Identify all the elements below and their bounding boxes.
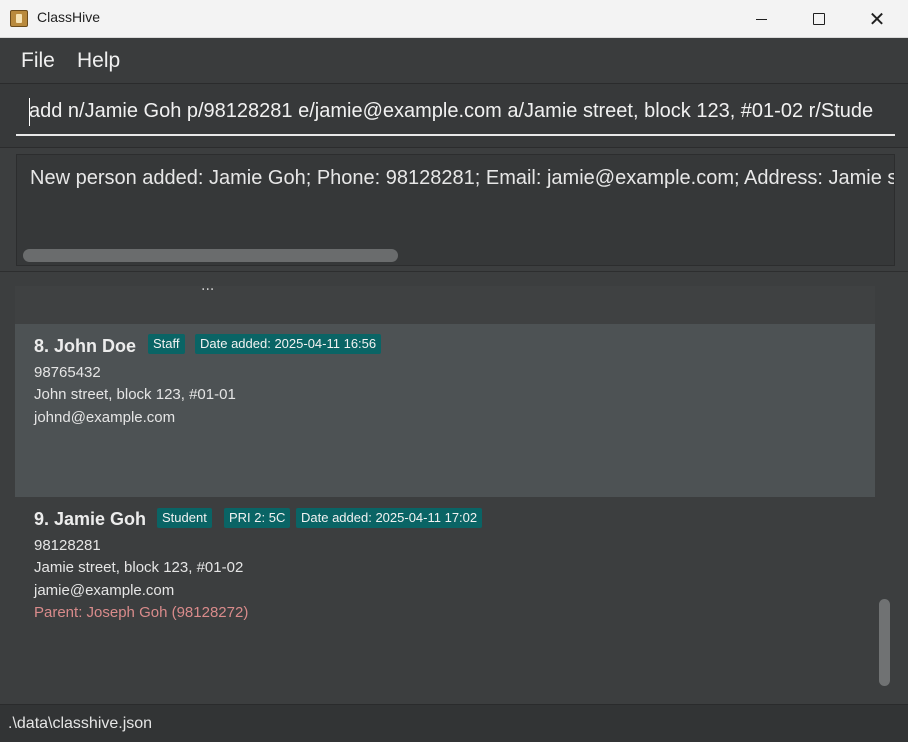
partial-text: ... xyxy=(201,286,215,294)
email: jamie@example.com xyxy=(34,582,175,599)
person-name: 9. Jamie Goh xyxy=(34,509,147,529)
minimize-icon[interactable] xyxy=(732,0,790,38)
phone: 98765432 xyxy=(34,364,101,381)
class-tag: PRI 2: 5C xyxy=(224,508,291,528)
parent-info: Parent: Joseph Goh (98128272) xyxy=(34,604,249,621)
role-tag: Staff xyxy=(148,334,185,354)
person-card[interactable]: 9. Jamie Goh Student PRI 2: 5C Date adde… xyxy=(15,497,875,691)
person-list[interactable]: ... 8. John Doe Staff Date added: 2025-0… xyxy=(15,286,875,691)
text-caret xyxy=(29,98,30,126)
command-panel: add n/Jamie Goh p/98128281 e/jamie@examp… xyxy=(0,84,908,148)
title-bar: ClassHive ✕ xyxy=(0,0,908,38)
list-item-partial[interactable]: ... xyxy=(15,286,875,324)
close-icon[interactable]: ✕ xyxy=(848,0,906,38)
maximize-icon[interactable] xyxy=(790,0,848,38)
email: johnd@example.com xyxy=(34,409,176,426)
menu-bar: File Help xyxy=(0,38,908,84)
app-window: ClassHive ✕ File Help add n/Jamie Goh p/… xyxy=(0,0,908,742)
save-location: .\data\classhive.json xyxy=(8,715,153,732)
date-tag: Date added: 2025-04-11 17:02 xyxy=(296,508,483,528)
result-display[interactable]: New person added: Jamie Goh; Phone: 9812… xyxy=(16,154,895,266)
window-title: ClassHive xyxy=(37,9,101,25)
result-text: New person added: Jamie Goh; Phone: 9812… xyxy=(30,167,894,189)
person-name: 8. John Doe xyxy=(34,336,137,356)
divider xyxy=(0,271,908,272)
role-tag: Student xyxy=(157,508,212,528)
menu-help[interactable]: Help xyxy=(77,49,120,73)
app-icon xyxy=(10,10,28,27)
horizontal-scrollbar[interactable] xyxy=(23,249,398,262)
status-bar: .\data\classhive.json xyxy=(0,704,908,742)
date-tag: Date added: 2025-04-11 16:56 xyxy=(195,334,382,354)
vertical-scrollbar-thumb[interactable] xyxy=(879,599,890,686)
address: John street, block 123, #01-01 xyxy=(34,386,236,403)
address: Jamie street, block 123, #01-02 xyxy=(34,559,244,576)
command-input[interactable]: add n/Jamie Goh p/98128281 e/jamie@examp… xyxy=(16,93,895,136)
person-card[interactable]: 8. John Doe Staff Date added: 2025-04-11… xyxy=(15,324,875,497)
menu-file[interactable]: File xyxy=(21,49,55,73)
phone: 98128281 xyxy=(34,537,101,554)
